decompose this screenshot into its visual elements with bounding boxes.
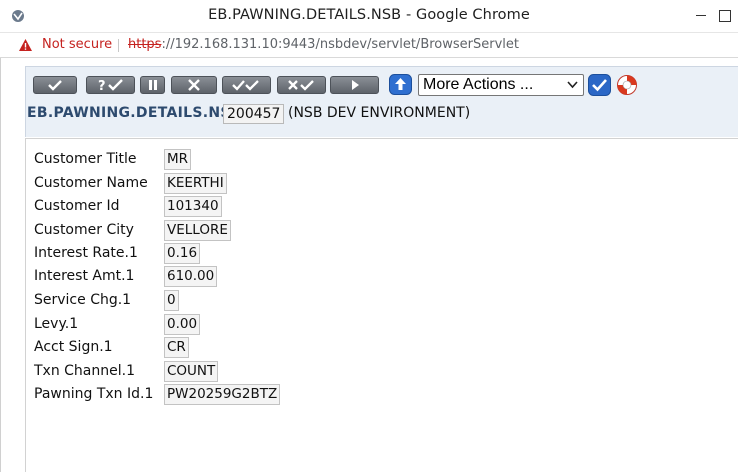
address-divider xyxy=(118,39,119,52)
field-label: Pawning Txn Id.1 xyxy=(34,386,154,402)
record-id: 200457 xyxy=(223,104,285,124)
field-label: Acct Sign.1 xyxy=(34,339,113,355)
field-value: 0.00 xyxy=(164,314,201,335)
field-value: KEERTHI xyxy=(164,173,227,194)
field-row-interest-amt: Interest Amt.1 610.00 xyxy=(34,266,534,288)
record-form: Customer Title MR Customer Name KEERTHI … xyxy=(25,138,738,472)
url-path: ://192.168.131.10:9443/nsbdev/servlet/Br… xyxy=(161,37,519,52)
lifebuoy-help-icon[interactable] xyxy=(616,74,638,96)
field-row-pawning-txn-id: Pawning Txn Id.1 PW20259G2BTZ xyxy=(34,384,534,406)
field-label: Txn Channel.1 xyxy=(34,363,135,379)
address-bar[interactable]: Not secure https://192.168.131.10:9443/n… xyxy=(0,33,738,58)
field-label: Levy.1 xyxy=(34,316,79,332)
minimize-button[interactable] xyxy=(690,0,714,30)
svg-text:?: ? xyxy=(98,79,106,92)
field-label: Customer Title xyxy=(34,151,137,167)
more-actions-label: More Actions ... xyxy=(423,76,534,93)
field-value: VELLORE xyxy=(164,220,231,241)
delete-icon xyxy=(188,79,200,91)
validate-icon: ? xyxy=(98,79,123,92)
field-label: Service Chg.1 xyxy=(34,292,132,308)
warning-icon[interactable] xyxy=(18,38,33,52)
maximize-button[interactable] xyxy=(712,0,736,30)
hold-button[interactable] xyxy=(140,76,165,94)
field-row-customer-city: Customer City VELLORE xyxy=(34,220,534,242)
field-value: 0 xyxy=(164,290,179,311)
next-button[interactable] xyxy=(330,76,379,94)
field-value: 610.00 xyxy=(164,266,218,287)
field-label: Customer Id xyxy=(34,198,120,214)
next-icon xyxy=(351,80,359,90)
up-arrow-icon[interactable] xyxy=(389,74,412,95)
field-row-customer-title: Customer Title MR xyxy=(34,149,534,171)
application-name: EB.PAWNING.DETAILS.NSB xyxy=(27,105,242,121)
window-titlebar: EB.PAWNING.DETAILS.NSB - Google Chrome xyxy=(0,0,738,33)
url-scheme: https xyxy=(128,37,162,52)
field-value: MR xyxy=(164,149,192,170)
field-row-service-chg: Service Chg.1 0 xyxy=(34,290,534,312)
reverse-icon xyxy=(287,80,314,91)
authorise-button[interactable] xyxy=(222,76,271,94)
commit-icon xyxy=(48,80,62,91)
chevron-down-icon xyxy=(567,81,578,89)
authorise-icon xyxy=(231,80,259,91)
validate-button[interactable]: ? xyxy=(86,76,135,94)
field-value: 0.16 xyxy=(164,243,201,264)
hold-icon xyxy=(148,80,157,90)
not-secure-label[interactable]: Not secure xyxy=(42,37,112,52)
more-actions-dropdown[interactable]: More Actions ... xyxy=(418,74,584,96)
field-value: 101340 xyxy=(164,196,222,217)
reverse-button[interactable] xyxy=(277,76,326,94)
url-text[interactable]: https://192.168.131.10:9443/nsbdev/servl… xyxy=(128,37,519,52)
field-label: Customer Name xyxy=(34,175,148,191)
page-content: ? More Actions ... EB.PAWNING.DETAILS.NS… xyxy=(0,58,738,472)
field-row-customer-name: Customer Name KEERTHI xyxy=(34,173,534,195)
field-label: Interest Rate.1 xyxy=(34,245,138,261)
field-value: CR xyxy=(164,337,189,358)
field-label: Customer City xyxy=(34,222,134,238)
delete-button[interactable] xyxy=(171,76,217,94)
field-label: Interest Amt.1 xyxy=(34,268,135,284)
environment-label: (NSB DEV ENVIRONMENT) xyxy=(288,105,471,121)
window-title: EB.PAWNING.DETAILS.NSB - Google Chrome xyxy=(208,7,530,23)
field-row-txn-channel: Txn Channel.1 COUNT xyxy=(34,361,534,383)
field-row-levy: Levy.1 0.00 xyxy=(34,314,534,336)
field-row-acct-sign: Acct Sign.1 CR xyxy=(34,337,534,359)
commit-button[interactable] xyxy=(33,76,77,94)
field-row-customer-id: Customer Id 101340 xyxy=(34,196,534,218)
field-row-interest-rate: Interest Rate.1 0.16 xyxy=(34,243,534,265)
field-value: COUNT xyxy=(164,361,219,382)
field-value: PW20259G2BTZ xyxy=(164,384,281,405)
toolbar-panel: ? More Actions ... EB.PAWNING.DETAILS.NS… xyxy=(25,66,738,137)
go-checkmark-icon[interactable] xyxy=(588,74,611,96)
